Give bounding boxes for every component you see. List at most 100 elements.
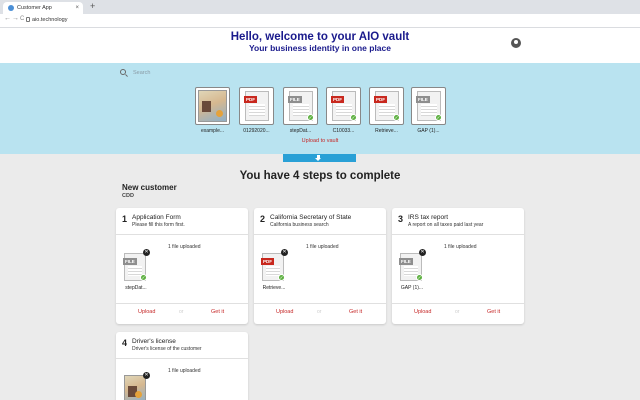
file-name: stepDat... (289, 128, 312, 134)
account-icon[interactable] (511, 38, 521, 48)
step-actions: Upload or Get it (254, 306, 386, 320)
step-files: 1 file uploaded FILE ✓ ✕ stepDat... (116, 234, 248, 304)
step-description: A report on all taxes paid last year (408, 222, 484, 228)
step-title: Driver's license (132, 338, 176, 345)
app-header: Hello, welcome to your AIO vault Your bu… (0, 28, 640, 63)
file-name: stepDat... (125, 285, 147, 291)
step-number: 3 (398, 214, 404, 224)
customer-name: New customer (122, 183, 177, 192)
file-document-icon[interactable]: FILE ✓ (123, 253, 147, 281)
page-subtitle: Your business identity in one place (248, 43, 391, 53)
file-count: 1 file uploaded (444, 244, 477, 250)
check-icon: ✓ (278, 274, 285, 281)
image-document-icon (198, 90, 227, 122)
file-document-icon: FILE ✓ (416, 91, 442, 121)
upload-button[interactable]: Upload (276, 309, 293, 315)
new-tab-icon[interactable]: + (90, 1, 95, 11)
get-it-button[interactable]: Get it (487, 309, 500, 315)
reload-icon[interactable]: C (20, 16, 24, 22)
file-document-icon[interactable]: FILE ✓ (399, 253, 423, 281)
check-icon: ✓ (393, 114, 400, 121)
browser-tab[interactable]: Customer App × (3, 2, 83, 14)
file-thumbnail: PDF ✓ (326, 87, 361, 125)
file-thumbnail (195, 87, 230, 125)
or-separator: or (455, 309, 460, 315)
step-actions: Upload or Get it (392, 306, 524, 320)
file-name: Retrieve... (375, 128, 398, 134)
check-icon: ✓ (435, 114, 442, 121)
or-separator: or (179, 309, 184, 315)
step-card: 2 California Secretary of State Californ… (254, 208, 386, 324)
vault-file[interactable]: PDF ✓ Retrieve... (369, 87, 404, 135)
step-files: 1 file uploaded FILE ✓ ✕ GAP (1)... (392, 234, 524, 304)
tab-close-icon[interactable]: × (75, 2, 79, 14)
check-icon: ✓ (350, 114, 357, 121)
customer-code: CDD (122, 193, 134, 199)
step-number: 2 (260, 214, 266, 224)
step-card: 3 IRS tax report A report on all taxes p… (392, 208, 524, 324)
step-number: 4 (122, 338, 128, 348)
file-thumbnail: PDF ✓ (369, 87, 404, 125)
step-title: Application Form (132, 214, 181, 221)
browser-tabstrip: Customer App × + (0, 0, 640, 14)
delete-file-icon[interactable]: ✕ (281, 249, 288, 256)
pdf-document-icon: PDF ✓ (374, 91, 400, 121)
step-files: 1 file uploaded ✕ (116, 358, 248, 400)
delete-file-icon[interactable]: ✕ (419, 249, 426, 256)
upload-button[interactable]: Upload (138, 309, 155, 315)
pdf-document-icon[interactable]: PDF ✓ (261, 253, 285, 281)
delete-file-icon[interactable]: ✕ (143, 249, 150, 256)
tab-title: Customer App (17, 5, 52, 11)
upload-button[interactable]: Upload (414, 309, 431, 315)
search-icon (120, 69, 126, 75)
vault-file[interactable]: FILE ✓ stepDat... (283, 87, 318, 135)
check-icon: ✓ (307, 114, 314, 121)
vault-file[interactable]: PDF ✓ C10033... (326, 87, 361, 135)
steps-heading: You have 4 steps to complete (239, 170, 401, 182)
pdf-document-icon: PDF (244, 91, 269, 121)
file-name: C10033... (332, 128, 355, 134)
upload-to-vault-link[interactable]: Upload to vault (0, 138, 640, 144)
get-it-button[interactable]: Get it (211, 309, 224, 315)
step-description: California business search (270, 222, 329, 228)
step-card: 1 Application Form Please fill this form… (116, 208, 248, 324)
step-actions: Upload or Get it (116, 306, 248, 320)
lock-icon (26, 17, 30, 22)
file-name: Retrieve... (262, 285, 286, 291)
step-files: 1 file uploaded PDF ✓ ✕ Retrieve... (254, 234, 386, 304)
file-document-icon: FILE ✓ (288, 91, 314, 121)
forward-icon[interactable]: → (12, 15, 19, 22)
file-thumbnail: FILE ✓ (411, 87, 446, 125)
search-input[interactable] (133, 68, 333, 78)
file-thumbnail: FILE ✓ (283, 87, 318, 125)
get-it-button[interactable]: Get it (349, 309, 362, 315)
file-count: 1 file uploaded (168, 244, 201, 250)
delete-file-icon[interactable]: ✕ (143, 372, 150, 379)
step-number: 1 (122, 214, 128, 224)
step-description: Driver's license of the customer (132, 346, 202, 352)
file-thumbnail: PDF (239, 87, 274, 125)
file-count: 1 file uploaded (306, 244, 339, 250)
file-name: 01292020... (243, 128, 270, 134)
vault-file[interactable]: PDF 01292020... (239, 87, 274, 135)
check-icon: ✓ (140, 274, 147, 281)
file-name: example... (200, 128, 225, 134)
back-icon[interactable]: ← (4, 15, 11, 22)
vault-file[interactable]: example... (195, 87, 230, 135)
page-title: Hello, welcome to your AIO vault (230, 31, 410, 43)
file-count: 1 file uploaded (168, 368, 201, 374)
pdf-document-icon: PDF ✓ (331, 91, 357, 121)
check-icon: ✓ (416, 274, 423, 281)
download-toggle-button[interactable] (283, 154, 356, 162)
file-name: GAP (1)... (417, 128, 440, 134)
step-title: IRS tax report (408, 214, 449, 221)
address-bar[interactable]: aio.technology (32, 17, 67, 23)
file-name: GAP (1)... (400, 285, 424, 291)
vault-file[interactable]: FILE ✓ GAP (1)... (411, 87, 446, 135)
step-description: Please fill this form first. (132, 222, 185, 228)
image-document-icon[interactable] (124, 375, 146, 400)
or-separator: or (317, 309, 322, 315)
vault-panel: example... PDF 01292020... FILE ✓ stepDa… (0, 63, 640, 154)
browser-toolbar: ← → C aio.technology (0, 14, 640, 28)
step-card: 4 Driver's license Driver's license of t… (116, 332, 248, 400)
